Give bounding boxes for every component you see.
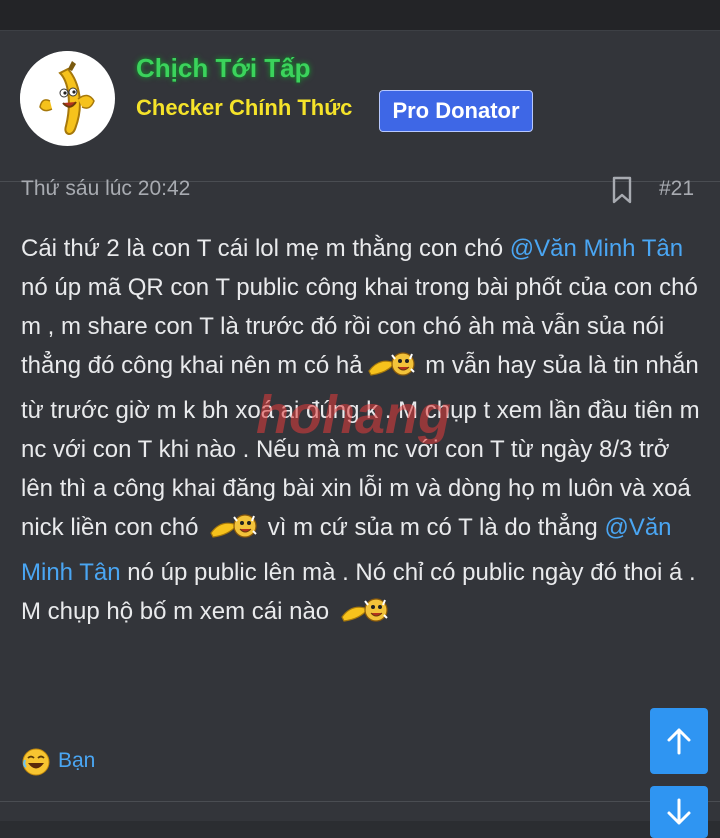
arrow-down-icon xyxy=(667,798,691,825)
top-bar xyxy=(0,0,720,30)
arrow-up-icon xyxy=(667,728,691,755)
post-author-header: Chịch Tới Tấp Checker Chính Thức Pro Don… xyxy=(0,31,720,182)
banana-laugh-emoji-icon xyxy=(207,511,259,553)
user-mention[interactable]: @Văn Minh Tân xyxy=(510,235,683,262)
scroll-to-bottom-button[interactable] xyxy=(650,786,708,838)
post-number[interactable]: #21 xyxy=(659,177,694,201)
post-date[interactable]: Thứ sáu lúc 20:42 xyxy=(21,177,190,201)
post-text: vì m cứ sủa m có T là do thẳng xyxy=(261,514,605,541)
bookmark-icon[interactable] xyxy=(611,176,633,209)
post-footer-divider xyxy=(0,801,720,802)
author-name[interactable]: Chịch Tới Tấp xyxy=(136,53,310,84)
scroll-to-top-button[interactable] xyxy=(650,708,708,774)
avatar[interactable] xyxy=(20,51,115,146)
pro-donator-badge: Pro Donator xyxy=(379,90,533,132)
post-card: Chịch Tới Tấp Checker Chính Thức Pro Don… xyxy=(0,30,720,821)
banana-laugh-emoji-icon xyxy=(365,349,417,391)
banana-laugh-emoji-icon xyxy=(338,595,390,637)
banana-mascot-icon xyxy=(20,51,114,145)
laugh-reaction-icon[interactable] xyxy=(21,747,51,782)
post-text: m vẫn hay sủa là tin nhắn từ trước giờ m… xyxy=(21,352,700,541)
author-title: Checker Chính Thức xyxy=(136,95,353,120)
reaction-user-label[interactable]: Bạn xyxy=(58,749,95,773)
post-text: Cái thứ 2 là con T cái lol mẹ m thằng co… xyxy=(21,235,510,262)
post-body: Cái thứ 2 là con T cái lol mẹ m thằng co… xyxy=(21,229,701,637)
